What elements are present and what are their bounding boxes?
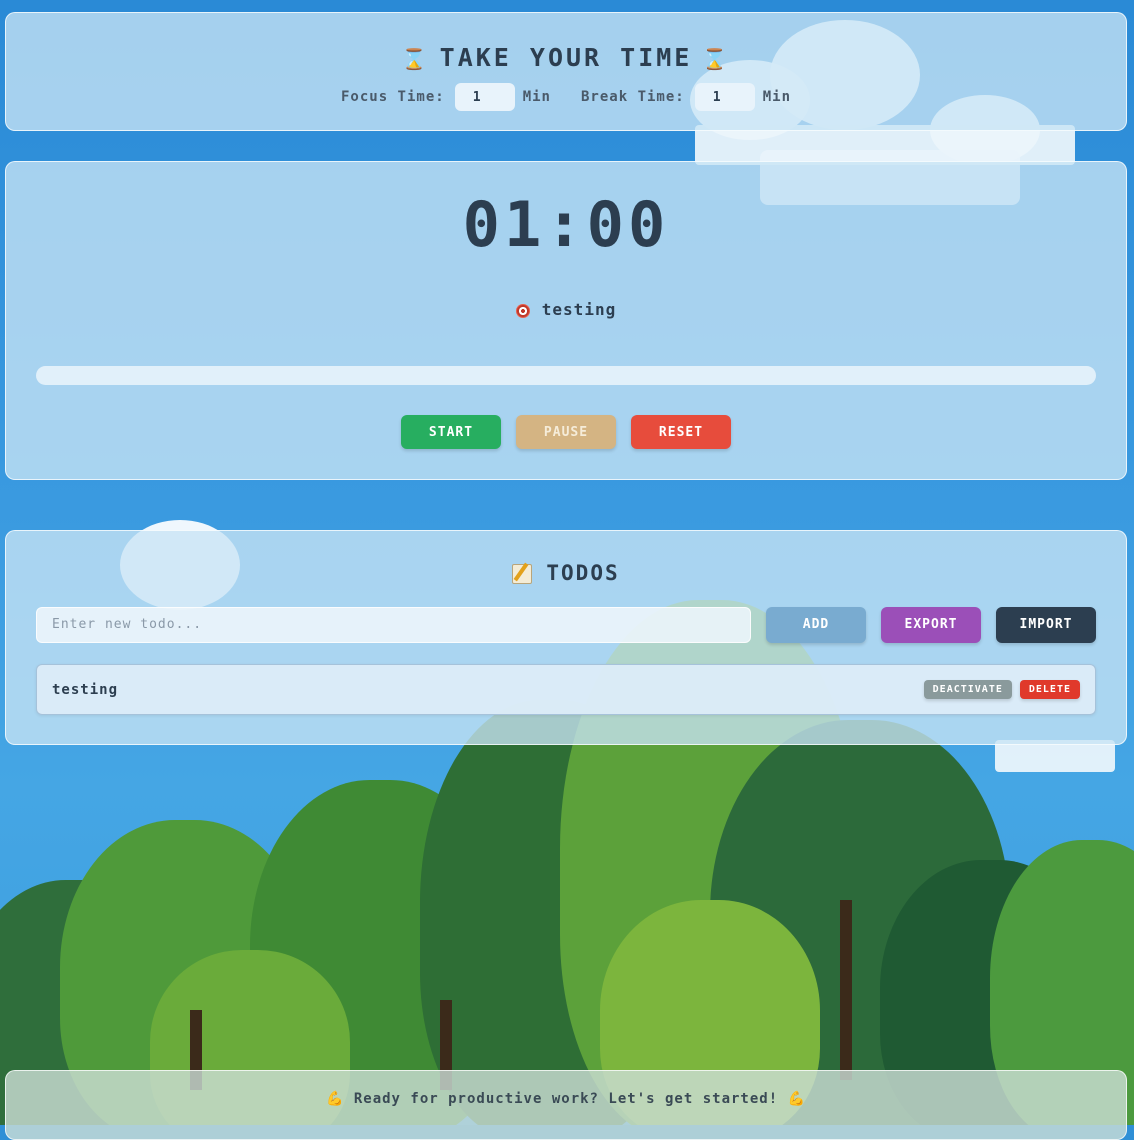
add-button[interactable]: ADD — [766, 606, 866, 643]
memo-icon — [512, 564, 533, 584]
current-task: testing — [6, 300, 1126, 319]
app-title: ⌛ TAKE YOUR TIME ⌛ — [6, 43, 1126, 72]
hourglass-icon: ⌛ — [401, 47, 430, 71]
tree-trunk — [840, 900, 852, 1080]
export-button[interactable]: EXPORT — [881, 606, 981, 643]
footer-panel: 💪 Ready for productive work? Let's get s… — [5, 1070, 1127, 1140]
break-time-input[interactable] — [694, 83, 755, 111]
todo-title: TODOS — [6, 561, 1126, 585]
flexed-biceps-icon: 💪 — [325, 1091, 345, 1107]
time-settings: Focus Time: Min Break Time: Min — [6, 82, 1126, 112]
flexed-biceps-icon: 💪 — [787, 1091, 807, 1107]
focus-time-unit: Min — [522, 89, 551, 105]
settings-panel: ⌛ TAKE YOUR TIME ⌛ Focus Time: Min Break T… — [5, 12, 1127, 131]
footer-message: 💪 Ready for productive work? Let's get s… — [6, 1091, 1126, 1107]
delete-button[interactable]: DELETE — [1019, 680, 1080, 699]
import-button[interactable]: IMPORT — [996, 606, 1096, 643]
todo-item[interactable]: testing DEACTIVATE DELETE — [36, 664, 1096, 715]
app-title-text: TAKE YOUR TIME — [439, 43, 693, 72]
hourglass-icon: ⌛ — [702, 47, 731, 71]
todo-item-text: testing — [52, 681, 119, 698]
todo-panel: TODOS ADD EXPORT IMPORT testing DEACTIVA… — [5, 530, 1127, 745]
target-icon — [515, 303, 530, 318]
break-time-label: Break Time: — [581, 89, 685, 105]
footer-message-text: Ready for productive work? Let's get sta… — [353, 1091, 779, 1107]
focus-time-input[interactable] — [454, 83, 515, 111]
reset-button[interactable]: RESET — [631, 415, 731, 449]
focus-time-label: Focus Time: — [340, 89, 445, 105]
timer-panel: 01:00 testing START PAUSE RESET — [5, 161, 1127, 480]
progress-bar — [36, 366, 1096, 385]
deactivate-button[interactable]: DEACTIVATE — [923, 680, 1012, 699]
pause-button[interactable]: PAUSE — [516, 415, 616, 449]
timer-display: 01:00 — [462, 188, 670, 261]
break-time-unit: Min — [762, 89, 792, 105]
start-button[interactable]: START — [401, 415, 501, 449]
todo-input-row: ADD EXPORT IMPORT — [36, 606, 1096, 643]
todo-title-text: TODOS — [546, 561, 620, 585]
timer-controls: START PAUSE RESET — [6, 415, 1126, 449]
new-todo-input[interactable] — [36, 606, 751, 643]
current-task-text: testing — [541, 300, 617, 319]
